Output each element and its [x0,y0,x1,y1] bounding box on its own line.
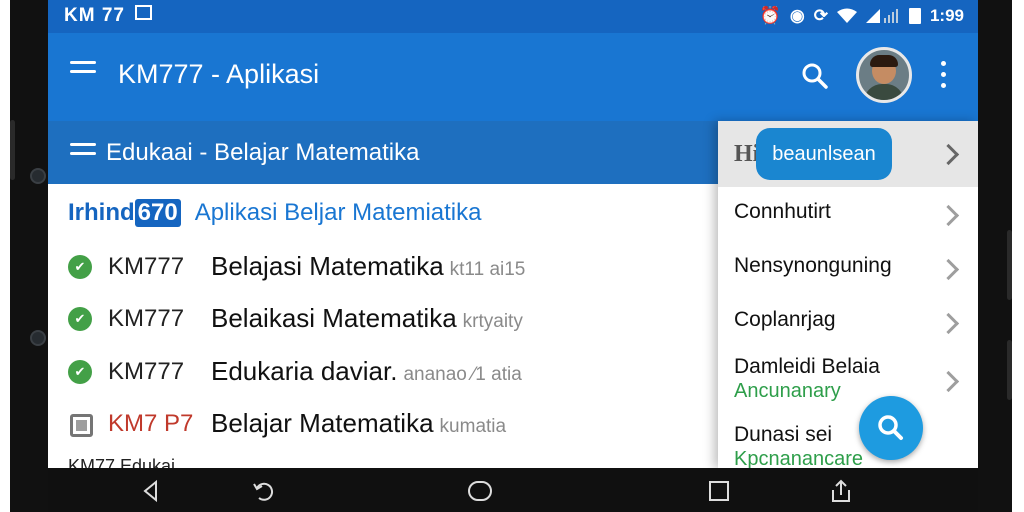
chevron-right-icon[interactable] [937,143,960,166]
back-icon[interactable] [138,478,164,504]
drawer-pill-button[interactable]: beaunlsean [756,128,892,180]
sensor-icon [30,168,46,184]
check-circle-icon: ✔ [68,360,92,384]
status-left: KM 77 [64,5,152,27]
list-item-sub: kt11 ai15 [449,259,526,280]
side-button [1007,340,1012,400]
list-heading[interactable]: Irhind 670 Aplikasi Beljar Matemiatika [68,199,481,227]
notification-icon [134,5,152,20]
list-item[interactable]: KM7 P7 Belajar Matematika kumatia [48,400,718,452]
drawer-item-label: Connhutirt [734,200,831,223]
heading-prefix: Irhind [68,199,135,226]
app-bar: KM777 - Aplikasi [48,33,978,121]
app-title: KM777 - Aplikasi [118,59,320,89]
check-circle-icon: ✔ [68,307,92,331]
list-item-sub: kumatia [439,416,507,437]
sensor-icon [30,330,46,346]
share-icon[interactable] [828,478,854,504]
list-item-partial[interactable]: KM77 Edukai [68,456,175,468]
heading-badge: 670 [134,199,181,227]
status-bar: KM 77 ⏰ ◉ ⟳ 1:99 [48,0,978,33]
avatar[interactable] [856,47,912,103]
chevron-right-icon [937,258,960,281]
list-item-code: KM7 P7 [108,410,194,437]
home-icon[interactable] [467,478,493,504]
drawer-item-label: Coplanrjag [734,308,836,331]
status-time: 1:99 [929,6,964,25]
drawer-item-sub: Kpcnanancare [734,448,863,468]
rotate-icon[interactable] [251,478,277,504]
drawer-item[interactable]: Connhutirt [718,187,978,242]
list-item[interactable]: ✔ KM777 Belajasi Matematika kt11 ai15 [48,243,718,295]
sync-icon: ⟳ [813,6,828,25]
list-item-text: Belajasi Matematika kt11 ai15 [211,251,526,281]
list-item-code: KM777 [108,253,185,280]
status-right: ⏰ ◉ ⟳ 1:99 [760,6,964,26]
list-item-text: Edukaria daviar. ananao ⁄1 atia [211,356,522,386]
drawer-item-label: Nensynonguning [734,254,892,277]
stop-square-icon [70,414,93,437]
drawer-item[interactable]: Dunasi sei Kpcnanancare [718,413,978,468]
heading-text: Aplikasi Beljar Matemiatika [194,199,482,226]
menu-icon[interactable] [70,143,96,161]
wifi-icon [836,8,857,23]
list-item[interactable]: ✔ KM777 Belaikasi Matematika krtyaity [48,295,718,347]
drawer-item[interactable]: Nensynonguning [718,241,978,296]
list-item-sub: krtyaity [462,311,523,332]
section-header: Edukaai - Belajar Matematika [48,121,718,184]
side-button [1007,230,1012,300]
search-icon[interactable] [798,59,832,93]
chevron-right-icon [937,204,960,227]
side-button [10,120,15,180]
search-icon [878,415,903,440]
drawer-item[interactable]: Damleidi Belaia Ancunanary [718,349,978,414]
drawer-item-sub: Ancunanary [734,380,841,402]
battery-icon [908,8,921,24]
device-screen: KM 77 ⏰ ◉ ⟳ 1:99 KM777 - Aplikasi Edukaa… [48,0,978,468]
list-item-sub: ananao ⁄1 atia [403,364,522,385]
fab-search-button[interactable] [859,396,923,460]
menu-icon[interactable] [70,61,96,91]
chevron-right-icon [937,312,960,335]
side-drawer: Hi beaunlsean Connhutirt Nensynonguning … [718,121,978,468]
circle-icon: ◉ [789,6,805,25]
list-item-code: KM777 [108,358,185,385]
alarm-icon: ⏰ [759,6,781,25]
list-item[interactable]: ✔ KM777 Edukaria daviar. ananao ⁄1 atia [48,348,718,400]
signal-icon [865,9,898,23]
drawer-item[interactable]: Coplanrjag [718,295,978,350]
more-vert-icon[interactable] [940,61,948,91]
list-item-code: KM777 [108,305,185,332]
drawer-header: Hi beaunlsean [718,121,978,187]
recents-icon[interactable] [706,478,732,504]
navigation-bar [48,468,978,512]
status-carrier-text: KM 77 [64,5,125,26]
list-item-text: Belaikasi Matematika krtyaity [211,303,523,333]
section-title: Edukaai - Belajar Matematika [106,139,420,166]
shield-check-icon: ✔ [68,255,92,279]
list-item-text: Belajar Matematika kumatia [211,408,507,438]
chevron-right-icon [937,370,960,393]
drawer-item-label: Damleidi Belaia [734,355,880,378]
drawer-item-label: Dunasi sei [734,423,833,446]
